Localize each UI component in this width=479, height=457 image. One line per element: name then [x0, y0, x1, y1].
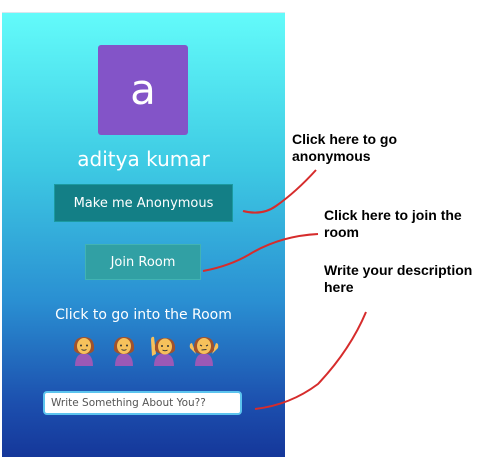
- avatar-letter: a: [130, 65, 156, 114]
- description-input[interactable]: [43, 391, 242, 415]
- annotation-description: Write your description here: [324, 262, 473, 295]
- avatar: a: [98, 45, 188, 135]
- annotation-join: Click here to join the room: [324, 207, 462, 240]
- user-name: aditya kumar: [77, 147, 210, 171]
- app-screen: a aditya kumar Make me Anonymous Join Ro…: [2, 12, 285, 457]
- annotation-anonymous: Click here to go anonymous: [292, 131, 398, 164]
- enter-room-hint: Click to go into the Room: [55, 307, 232, 323]
- woman-standing-icon[interactable]: [108, 334, 140, 368]
- make-anonymous-button[interactable]: Make me Anonymous: [54, 184, 233, 222]
- join-room-button[interactable]: Join Room: [85, 244, 201, 280]
- woman-standing-icon[interactable]: [68, 334, 100, 368]
- woman-shrugging-icon[interactable]: [188, 334, 220, 368]
- woman-raising-hand-icon[interactable]: [148, 334, 180, 368]
- join-room-label: Join Room: [110, 254, 176, 270]
- make-anonymous-label: Make me Anonymous: [73, 195, 214, 211]
- emoji-row: [68, 333, 220, 369]
